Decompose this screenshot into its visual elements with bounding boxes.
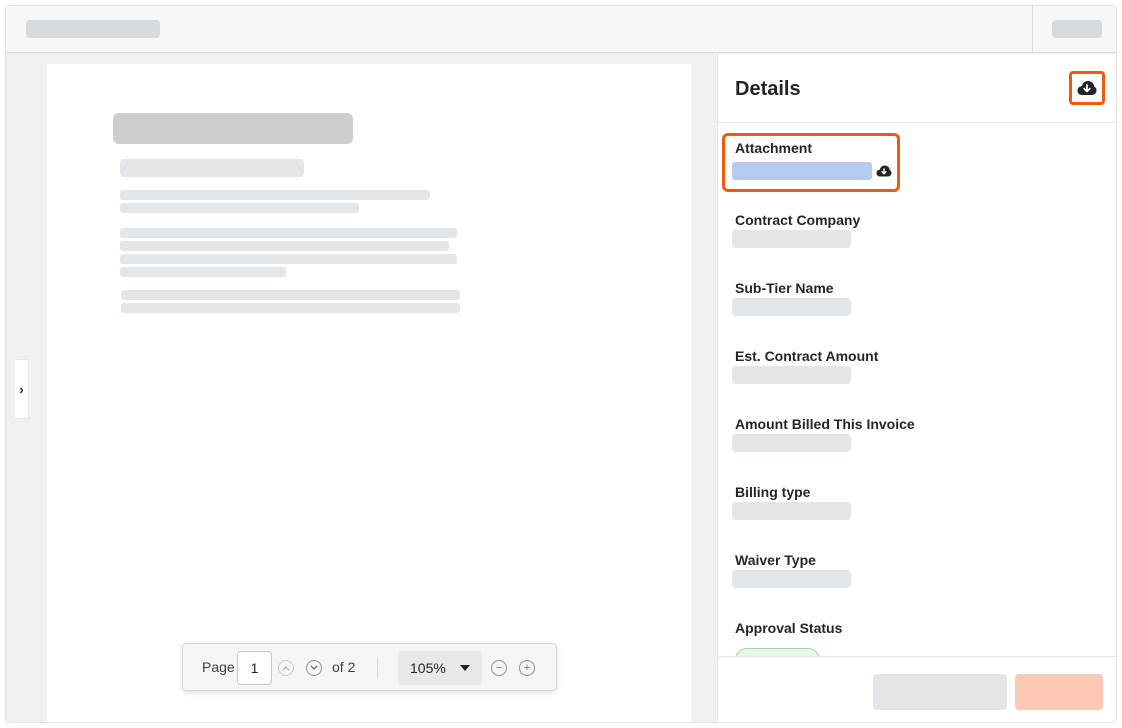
page-toolbar: Page of 2 105% − +: [182, 643, 557, 691]
document-page: [47, 64, 691, 722]
sub-tier-name-value: [732, 298, 851, 316]
zoom-value: 105%: [410, 660, 446, 676]
est-contract-amount-value: [732, 366, 851, 384]
doc-line: [121, 303, 460, 313]
chevron-down-icon: [310, 665, 318, 670]
chevron-right-icon: ›: [19, 381, 24, 397]
title-placeholder: [26, 20, 160, 38]
top-action-placeholder[interactable]: [1052, 20, 1102, 38]
doc-line: [120, 228, 457, 238]
doc-line: [120, 241, 449, 251]
secondary-action-button[interactable]: [873, 674, 1007, 710]
details-panel: Details Attachment Contract Company Sub-…: [717, 54, 1116, 722]
zoom-in-button[interactable]: +: [519, 660, 535, 676]
field-label-amount-billed: Amount Billed This Invoice: [735, 416, 915, 432]
plus-icon: +: [523, 661, 531, 674]
app-window: › Page of 2 105% − +: [5, 5, 1117, 723]
details-title: Details: [735, 78, 801, 100]
field-label-contract-company: Contract Company: [735, 212, 861, 228]
zoom-select[interactable]: 105%: [398, 651, 482, 685]
page-number-input[interactable]: [237, 651, 272, 685]
next-page-button[interactable]: [306, 660, 322, 676]
zoom-out-button[interactable]: −: [491, 660, 507, 676]
details-footer: [718, 656, 1116, 722]
attachment-download-icon[interactable]: [876, 164, 892, 178]
cloud-download-icon: [1077, 81, 1097, 95]
details-header: Details: [718, 54, 1116, 123]
field-label-waiver-type: Waiver Type: [735, 552, 816, 568]
page-count: of 2: [332, 659, 356, 675]
caret-down-icon: [460, 665, 470, 671]
field-label-sub-tier-name: Sub-Tier Name: [735, 280, 834, 296]
doc-line: [120, 159, 304, 177]
primary-action-button[interactable]: [1015, 674, 1103, 710]
document-viewer: › Page of 2 105% − +: [6, 54, 717, 722]
attachment-link[interactable]: [732, 162, 872, 180]
field-label-approval-status: Approval Status: [735, 620, 843, 636]
doc-line: [120, 190, 430, 200]
doc-line: [120, 203, 359, 213]
field-label-attachment: Attachment: [735, 140, 813, 156]
doc-line: [121, 290, 460, 300]
field-label-est-contract-amount: Est. Contract Amount: [735, 348, 879, 364]
top-bar: [6, 6, 1116, 53]
doc-line: [120, 267, 286, 277]
waiver-type-value: [732, 570, 851, 588]
contract-company-value: [732, 230, 851, 248]
billing-type-value: [732, 502, 851, 520]
minus-icon: −: [495, 661, 503, 674]
expand-sidebar-button[interactable]: ›: [15, 359, 29, 419]
amount-billed-value: [732, 434, 851, 452]
toolbar-divider: [377, 657, 378, 679]
previous-page-button[interactable]: [278, 660, 294, 676]
download-button[interactable]: [1069, 71, 1105, 105]
top-bar-divider: [1032, 6, 1033, 53]
chevron-up-icon: [282, 666, 290, 671]
doc-line: [120, 254, 457, 264]
field-label-billing-type: Billing type: [735, 484, 811, 500]
page-label: Page: [202, 659, 235, 675]
doc-heading-placeholder: [113, 113, 353, 144]
